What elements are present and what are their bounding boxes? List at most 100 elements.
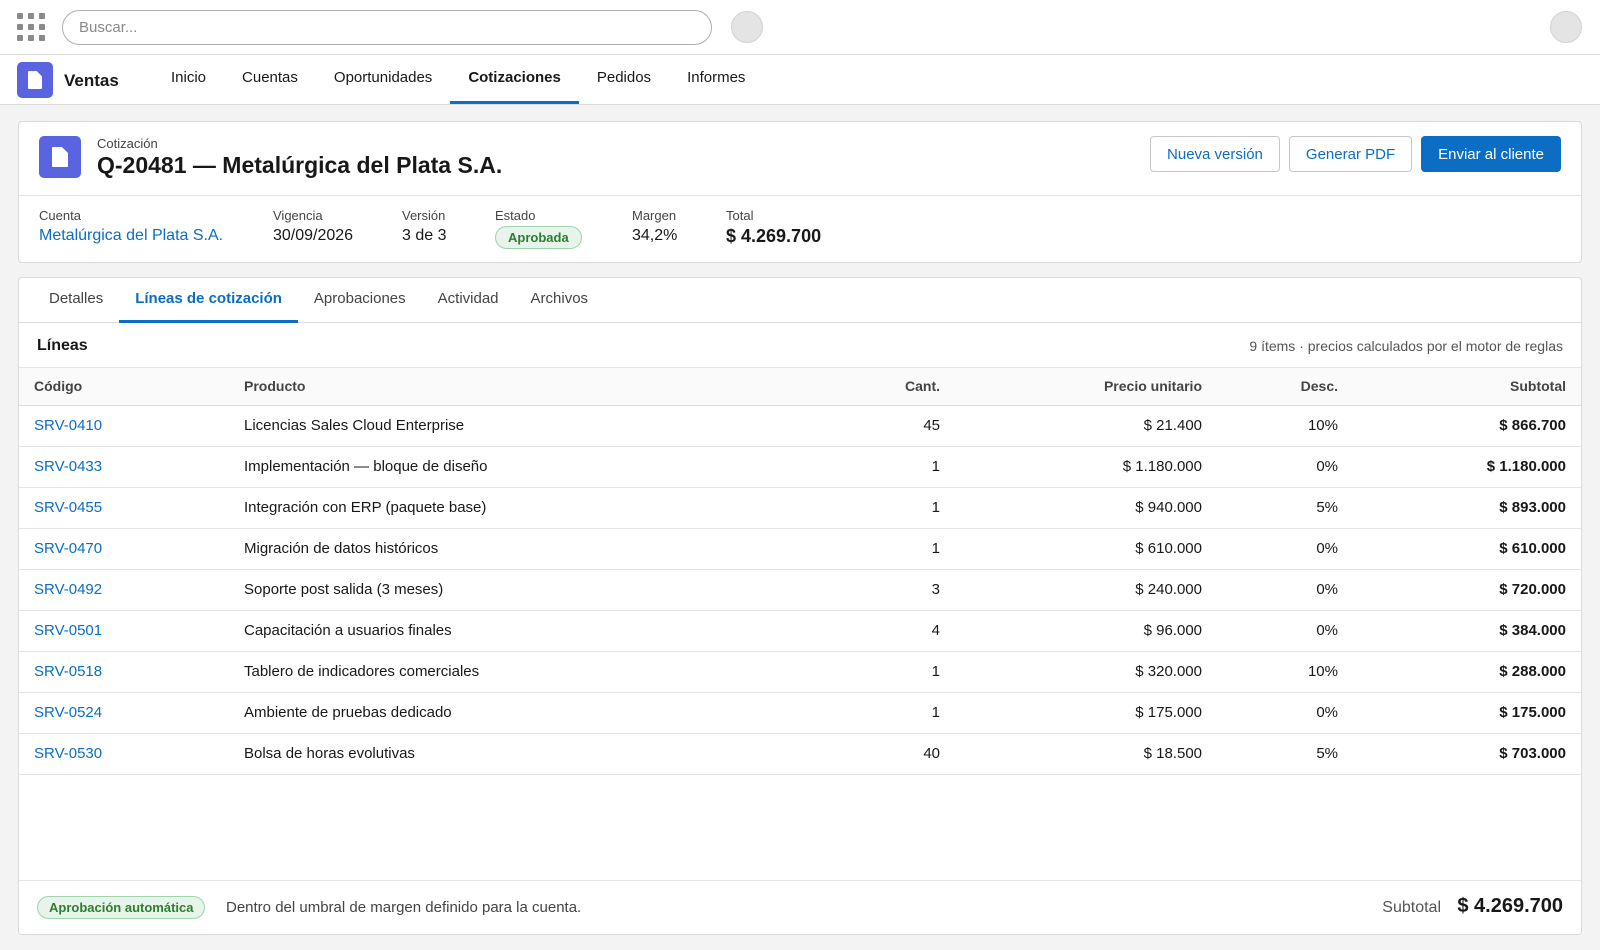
line-unit-price: $ 21.400 <box>955 405 1217 447</box>
table-row[interactable]: SRV-0470 Migración de datos históricos 1 $ … <box>19 528 1581 570</box>
margin-value: 34,2% <box>632 227 678 244</box>
line-qty: 1 <box>749 446 955 488</box>
tab-0[interactable]: Detalles <box>33 278 119 323</box>
field-label: Total <box>726 208 754 223</box>
search-input[interactable] <box>62 10 712 45</box>
line-product: Bolsa de horas evolutivas <box>229 733 749 775</box>
field-label: Versión <box>402 208 446 223</box>
line-subtotal: $ 893.000 <box>1353 487 1581 529</box>
nav-item-oportunidades[interactable]: Oportunidades <box>316 55 450 104</box>
line-code-link[interactable]: SRV-0455 <box>19 487 229 529</box>
nav-item-inicio[interactable]: Inicio <box>153 55 224 104</box>
table-header-row: Código Producto Cant. Precio unitario De… <box>19 368 1581 406</box>
tab-3[interactable]: Actividad <box>422 278 515 323</box>
table-row[interactable]: SRV-0524 Ambiente de pruebas dedicado 1 $ 1… <box>19 692 1581 734</box>
nav-item-pedidos[interactable]: Pedidos <box>579 55 669 104</box>
column-header-discount[interactable]: Desc. <box>1217 368 1353 406</box>
line-product: Tablero de indicadores comerciales <box>229 651 749 693</box>
line-unit-price: $ 18.500 <box>955 733 1217 775</box>
line-unit-price: $ 320.000 <box>955 651 1217 693</box>
field-label: Cuenta <box>39 208 81 223</box>
line-unit-price: $ 96.000 <box>955 610 1217 652</box>
field-version: Versión 3 de 3 <box>402 208 446 245</box>
new-version-button[interactable]: Nueva versión <box>1150 136 1280 172</box>
tab-1[interactable]: Líneas de cotización <box>119 278 298 323</box>
record-header: Cotización Q-20481 — Metalúrgica del Pla… <box>18 121 1582 263</box>
validity-value: 30/09/2026 <box>273 227 354 244</box>
total-value: $ 4.269.700 <box>726 226 822 246</box>
nav-item-informes[interactable]: Informes <box>669 55 763 104</box>
global-header <box>0 0 1600 55</box>
line-code-link[interactable]: SRV-0518 <box>19 651 229 693</box>
line-qty: 1 <box>749 528 955 570</box>
line-code-link[interactable]: SRV-0470 <box>19 528 229 570</box>
line-unit-price: $ 175.000 <box>955 692 1217 734</box>
version-value: 3 de 3 <box>402 227 447 244</box>
line-product: Capacitación a usuarios finales <box>229 610 749 652</box>
column-header-qty[interactable]: Cant. <box>749 368 955 406</box>
tab-4[interactable]: Archivos <box>515 278 605 323</box>
table-row[interactable]: SRV-0492 Soporte post salida (3 meses) 3 $ … <box>19 569 1581 611</box>
line-discount: 10% <box>1217 405 1353 447</box>
assistant-button[interactable] <box>731 11 763 43</box>
line-subtotal: $ 720.000 <box>1353 569 1581 611</box>
field-label: Vigencia <box>273 208 323 223</box>
field-status: Estado Aprobada <box>495 208 582 249</box>
table-row[interactable]: SRV-0410 Licencias Sales Cloud Enterprise… <box>19 405 1581 447</box>
line-qty: 1 <box>749 487 955 529</box>
column-header-product[interactable]: Producto <box>229 368 749 406</box>
lines-footer: Aprobación automática Dentro del umbral … <box>19 880 1581 934</box>
line-code-link[interactable]: SRV-0433 <box>19 446 229 488</box>
document-icon <box>52 147 68 167</box>
line-code-link[interactable]: SRV-0530 <box>19 733 229 775</box>
line-discount: 10% <box>1217 651 1353 693</box>
column-header-price[interactable]: Precio unitario <box>955 368 1217 406</box>
field-label: Estado <box>495 208 536 223</box>
tab-2[interactable]: Aprobaciones <box>298 278 422 323</box>
line-product: Migración de datos históricos <box>229 528 749 570</box>
nav-item-cuentas[interactable]: Cuentas <box>224 55 316 104</box>
quote-icon <box>39 136 81 178</box>
line-discount: 0% <box>1217 446 1353 488</box>
line-unit-price: $ 1.180.000 <box>955 446 1217 488</box>
field-label: Margen <box>632 208 677 223</box>
record-type: Cotización <box>97 136 158 151</box>
table-row[interactable]: SRV-0433 Implementación — bloque de diseñ… <box>19 446 1581 488</box>
table-row[interactable]: SRV-0501 Capacitación a usuarios finales 4… <box>19 610 1581 652</box>
line-subtotal: $ 175.000 <box>1353 692 1581 734</box>
line-qty: 1 <box>749 692 955 734</box>
avatar[interactable] <box>1550 11 1582 43</box>
line-code-link[interactable]: SRV-0501 <box>19 610 229 652</box>
footer-subtotal-label: Subtotal <box>1382 899 1441 916</box>
line-subtotal: $ 288.000 <box>1353 651 1581 693</box>
line-product: Implementación — bloque de diseño <box>229 446 749 488</box>
line-product: Soporte post salida (3 meses) <box>229 569 749 611</box>
app-navigation: Ventas Inicio Cuentas Oportunidades Cotizac… <box>0 55 1600 105</box>
field-account: Cuenta Metalúrgica del Plata S.A. <box>39 208 223 245</box>
line-code-link[interactable]: SRV-0410 <box>19 405 229 447</box>
send-to-client-button[interactable]: Enviar al cliente <box>1421 136 1561 172</box>
quote-lines-table: Código Producto Cant. Precio unitario De… <box>19 368 1581 775</box>
lines-section-header: Líneas 9 ítems · precios calculados por … <box>19 324 1581 368</box>
nav-item-cotizaciones[interactable]: Cotizaciones <box>450 55 579 104</box>
table-row[interactable]: SRV-0530 Bolsa de horas evolutivas 40 $ 18.… <box>19 733 1581 775</box>
account-link[interactable]: Metalúrgica del Plata S.A. <box>39 227 223 245</box>
table-row[interactable]: SRV-0455 Integración con ERP (paquete bas… <box>19 487 1581 529</box>
line-code-link[interactable]: SRV-0524 <box>19 692 229 734</box>
generate-pdf-button[interactable]: Generar PDF <box>1288 136 1413 172</box>
header-divider <box>19 195 1581 196</box>
line-discount: 5% <box>1217 733 1353 775</box>
line-unit-price: $ 940.000 <box>955 487 1217 529</box>
table-row[interactable]: SRV-0518 Tablero de indicadores comercial… <box>19 651 1581 693</box>
line-qty: 4 <box>749 610 955 652</box>
document-icon <box>28 71 42 89</box>
nav-items: Inicio Cuentas Oportunidades Cotizaciones Pe… <box>153 55 763 104</box>
line-code-link[interactable]: SRV-0492 <box>19 569 229 611</box>
column-header-code[interactable]: Código <box>19 368 229 406</box>
line-product: Licencias Sales Cloud Enterprise <box>229 405 749 447</box>
line-discount: 0% <box>1217 569 1353 611</box>
column-header-subtotal[interactable]: Subtotal <box>1353 368 1581 406</box>
line-subtotal: $ 866.700 <box>1353 405 1581 447</box>
app-launcher-icon[interactable] <box>17 13 45 41</box>
line-subtotal: $ 384.000 <box>1353 610 1581 652</box>
